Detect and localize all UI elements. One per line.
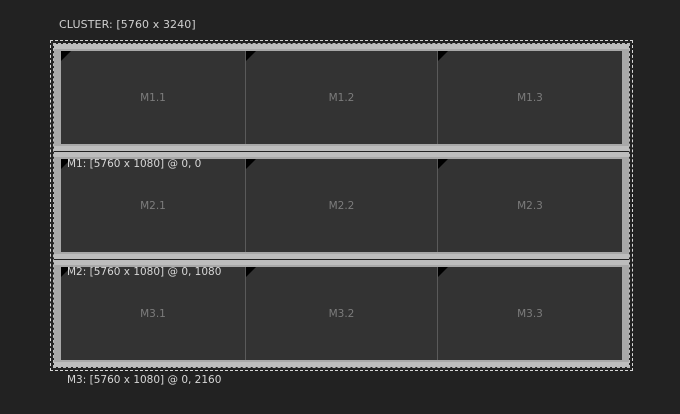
screen-m3-3[interactable]: M3.3	[437, 267, 622, 360]
monitor-label-m3: M3: [5760 x 1080] @ 0, 2160	[67, 374, 222, 386]
monitor-bottom-edge	[54, 362, 629, 367]
monitor-top-edge	[54, 152, 629, 157]
monitor-m1[interactable]: M1.1 M1.2 M1.3	[54, 44, 629, 151]
screen-m3-2[interactable]: M3.2	[245, 267, 437, 360]
screen-m2-2[interactable]: M2.2	[245, 159, 437, 252]
screen-m1-2[interactable]: M1.2	[245, 51, 437, 144]
screen-row: M1.1 M1.2 M1.3	[61, 51, 622, 144]
monitor-bottom-edge	[54, 254, 629, 259]
screen-row: M2.1 M2.2 M2.3	[61, 159, 622, 252]
screen-m2-3[interactable]: M2.3	[437, 159, 622, 252]
screen-label: M3.2	[328, 307, 355, 320]
monitor-label-m1: M1: [5760 x 1080] @ 0, 0	[67, 158, 202, 170]
screen-label: M3.1	[140, 307, 166, 320]
screen-label: M1.1	[140, 91, 166, 104]
screen-row: M3.1 M3.2 M3.3	[61, 267, 622, 360]
monitor-top-edge	[54, 44, 629, 49]
corner-marker-icon	[246, 159, 256, 169]
screen-label: M2.2	[328, 199, 355, 212]
corner-marker-icon	[438, 51, 448, 61]
screen-label: M2.3	[517, 199, 543, 212]
screen-m1-3[interactable]: M1.3	[437, 51, 622, 144]
corner-marker-icon	[61, 51, 71, 61]
monitor-bottom-edge	[54, 146, 629, 151]
corner-marker-icon	[246, 267, 256, 277]
screen-label: M3.3	[517, 307, 543, 320]
screen-label: M1.2	[328, 91, 355, 104]
corner-marker-icon	[438, 159, 448, 169]
cluster-label: CLUSTER: [5760 x 3240]	[59, 18, 196, 31]
screen-m1-1[interactable]: M1.1	[61, 51, 245, 144]
screen-m2-1[interactable]: M2.1	[61, 159, 245, 252]
screen-label: M1.3	[517, 91, 543, 104]
corner-marker-icon	[438, 267, 448, 277]
corner-marker-icon	[246, 51, 256, 61]
monitor-top-edge	[54, 260, 629, 265]
screen-m3-1[interactable]: M3.1	[61, 267, 245, 360]
screen-label: M2.1	[140, 199, 166, 212]
monitor-label-m2: M2: [5760 x 1080] @ 0, 1080	[67, 266, 222, 278]
